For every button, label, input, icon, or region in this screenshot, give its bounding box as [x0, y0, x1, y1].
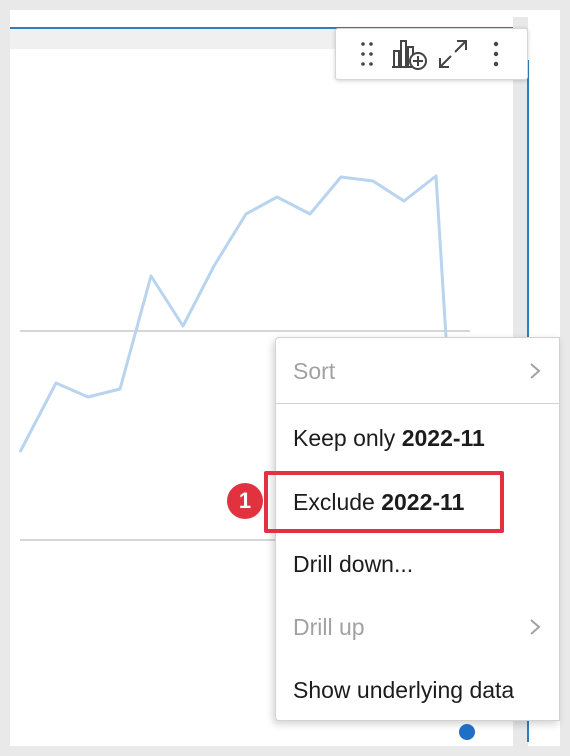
menu-item-sort-label: Sort — [293, 357, 336, 384]
exclude-label: Exclude — [293, 488, 382, 515]
chevron-right-icon — [530, 619, 541, 635]
menu-item-sort[interactable]: Sort — [276, 339, 559, 403]
expand-icon[interactable] — [435, 36, 471, 72]
menu-item-exclude[interactable]: Exclude 2022-11 — [276, 470, 559, 534]
add-chart-icon[interactable] — [392, 36, 428, 72]
menu-item-drill-down[interactable]: Drill down... — [276, 532, 559, 596]
keep-only-value: 2022-11 — [401, 424, 485, 451]
more-options-icon[interactable] — [478, 36, 514, 72]
menu-divider — [276, 403, 559, 404]
exclude-value: 2022-11 — [381, 488, 465, 515]
keep-only-label: Keep only — [293, 424, 402, 451]
drill-down-label: Drill down... — [293, 550, 414, 577]
menu-item-drill-up[interactable]: Drill up — [276, 595, 559, 659]
menu-item-show-underlying-data[interactable]: Show underlying data — [276, 658, 559, 722]
drill-up-label: Drill up — [293, 613, 365, 640]
step-badge: 1 — [227, 483, 263, 519]
drag-handle-icon[interactable] — [349, 36, 385, 72]
resize-handle[interactable] — [459, 724, 475, 740]
element-toolbar — [335, 28, 528, 80]
chevron-right-icon — [530, 363, 541, 379]
context-menu: Sort Keep only 2022-11 Exclude 2022-11 D… — [275, 337, 560, 721]
menu-item-keep-only[interactable]: Keep only 2022-11 — [276, 406, 559, 470]
show-data-label: Show underlying data — [293, 676, 515, 703]
